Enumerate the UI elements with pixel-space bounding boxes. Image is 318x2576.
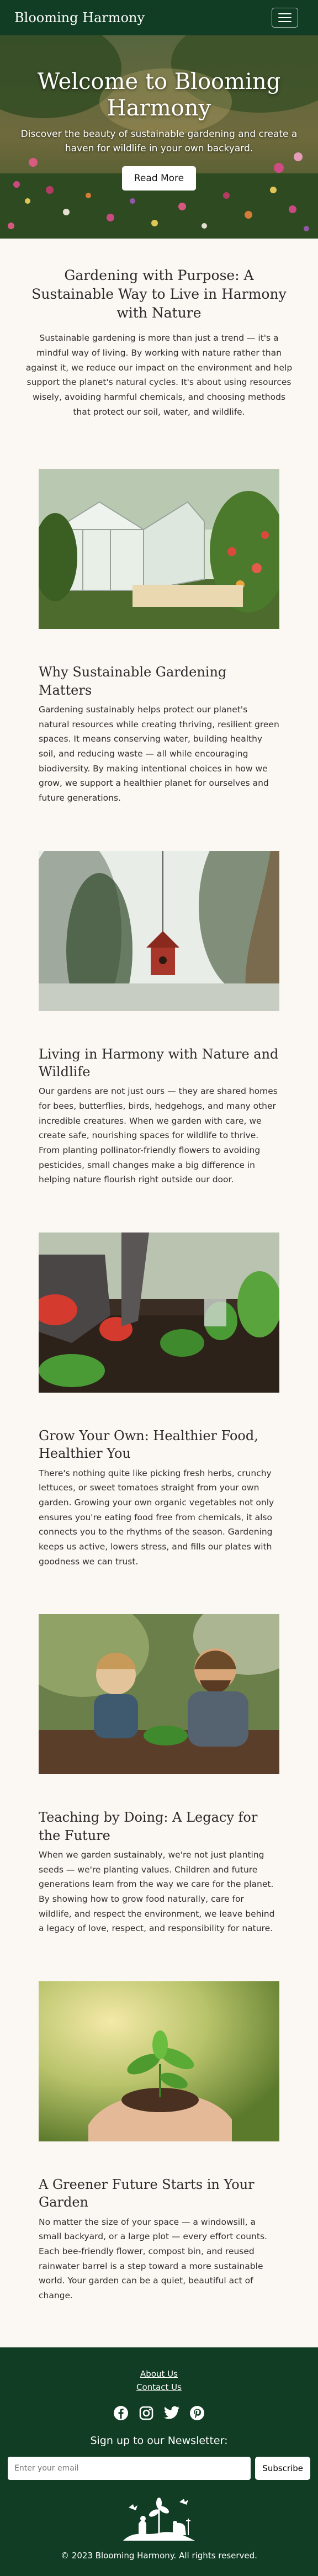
section-title: Why Sustainable Gardening Matters: [39, 664, 227, 698]
site-brand[interactable]: Blooming Harmony: [14, 10, 145, 25]
copyright-text: © 2023 Blooming Harmony. All rights rese…: [61, 2550, 257, 2561]
section-title: Grow Your Own: Healthier Food, Healthier…: [39, 1427, 258, 1462]
instagram-icon[interactable]: [138, 2405, 155, 2421]
facebook-icon[interactable]: [113, 2405, 129, 2421]
footer-link-contact[interactable]: Contact Us: [7, 2381, 311, 2394]
content-section: Grow Your Own: Healthier Food, Healthier…: [0, 1232, 318, 1569]
site-header: Blooming Harmony: [0, 0, 318, 35]
section-body: No matter the size of your space — a win…: [39, 2217, 267, 2301]
social-links: [7, 2405, 311, 2421]
hero-title: Welcome to Blooming Harmony: [37, 69, 281, 121]
content-section: Why Sustainable Gardening Matters Garden…: [0, 469, 318, 805]
section-body: Gardening sustainably helps protect our …: [39, 704, 279, 803]
greenhouse-photo: [39, 469, 279, 630]
hamburger-menu-icon[interactable]: [272, 8, 298, 28]
intro-section: Gardening with Purpose: A Sustainable Wa…: [0, 239, 318, 419]
section-title: A Greener Future Starts in Your Garden: [39, 2177, 255, 2210]
hero-subtitle: Discover the beauty of sustainable garde…: [20, 129, 298, 155]
newsletter-form: Subscribe: [7, 2456, 311, 2480]
section-title: Teaching by Doing: A Legacy for the Futu…: [39, 1810, 258, 1843]
section-title: Living in Harmony with Nature and Wildli…: [39, 1046, 279, 1080]
intro-body: Sustainable gardening is more than just …: [25, 333, 293, 417]
footer-link-about[interactable]: About Us: [7, 2367, 311, 2381]
planting-seedlings-photo: [39, 1232, 279, 1393]
hero-content: Welcome to Blooming Harmony Discover the…: [0, 68, 318, 191]
content-section: Living in Harmony with Nature and Wildli…: [0, 850, 318, 1187]
site-footer: About Us Contact Us Sign up to our Newsl…: [0, 2347, 318, 2576]
section-body: Our gardens are not just ours — they are…: [39, 1086, 278, 1185]
blooming-harmony-logo: [118, 2491, 200, 2544]
section-body: There's nothing quite like picking fresh…: [39, 1468, 274, 1567]
subscribe-button[interactable]: Subscribe: [255, 2456, 310, 2480]
father-child-gardening-photo: [39, 1614, 279, 1775]
read-more-button[interactable]: Read More: [121, 166, 197, 191]
pinterest-icon[interactable]: [189, 2405, 205, 2421]
intro-title: Gardening with Purpose: A Sustainable Wa…: [31, 267, 287, 321]
newsletter-title: Sign up to our Newsletter:: [90, 2434, 228, 2447]
section-body: When we garden sustainably, we're not ju…: [39, 1850, 275, 1934]
birdhouse-photo: [39, 850, 279, 1011]
seedling-in-hands-photo: [39, 1981, 279, 2142]
hero-banner: Welcome to Blooming Harmony Discover the…: [0, 35, 318, 239]
email-input[interactable]: [8, 2456, 251, 2480]
content-section: A Greener Future Starts in Your Garden N…: [0, 1981, 318, 2303]
twitter-icon[interactable]: [163, 2405, 180, 2421]
content-section: Teaching by Doing: A Legacy for the Futu…: [0, 1614, 318, 1936]
